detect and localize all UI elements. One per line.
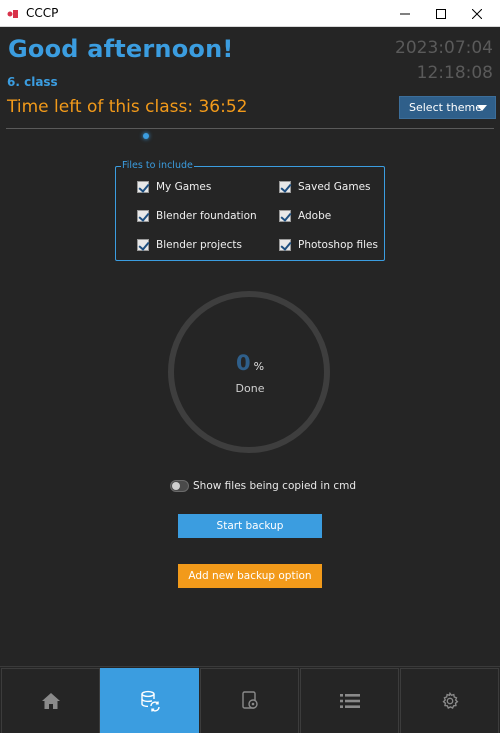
maximize-icon [436,8,446,19]
select-theme-dropdown[interactable]: Select theme [399,96,496,119]
checkbox-checked-icon [279,210,291,222]
checkbox-checked-icon [279,239,291,251]
nav-settings[interactable] [400,668,499,733]
add-backup-option-button[interactable]: Add new backup option [178,564,322,588]
checkbox-label: Saved Games [298,181,371,193]
close-icon [472,8,482,19]
checkbox-label: Adobe [298,210,332,222]
checkbox-blender-projects[interactable]: Blender projects [137,237,242,253]
header-divider [6,128,494,129]
chevron-down-icon [477,105,487,111]
checkbox-checked-icon [137,239,149,251]
close-button[interactable] [454,0,500,27]
checkbox-saved-games[interactable]: Saved Games [279,179,371,195]
nav-list[interactable] [300,668,399,733]
date-display: 2023:07:04 [395,38,493,58]
nav-backup[interactable] [100,668,199,733]
files-to-include-group: Files to include My Games Saved Games Bl… [115,160,385,261]
backup-device-icon [241,691,258,709]
greeting-heading: Good afternoon! [8,35,234,63]
progress-unit: % [253,360,265,373]
minimize-icon [400,13,410,14]
checkbox-adobe[interactable]: Adobe [279,208,331,224]
window-title: CCCP [26,6,59,20]
settings-icon [441,692,458,709]
checkbox-checked-icon [279,181,291,193]
nav-home[interactable] [1,668,100,733]
checkbox-label: Blender projects [156,239,242,251]
class-name: 6. class [7,75,58,89]
progress-percent: 0% [0,351,500,375]
show-cmd-label: Show files being copied in cmd [193,480,356,492]
progress-value: 0 [235,351,251,375]
app-logo-icon [7,10,18,18]
nav-restore[interactable] [200,668,299,733]
clock-display: 12:18:08 [416,63,493,83]
time-left-label: Time left of this class: 36:52 [7,97,248,117]
select-theme-label: Select theme [409,101,482,114]
database-sync-icon [140,690,160,712]
start-backup-button[interactable]: Start backup [178,514,322,538]
checkbox-checked-icon [137,181,149,193]
checkbox-my-games[interactable]: My Games [137,179,211,195]
home-icon [41,693,60,709]
progress-label: Done [235,382,265,395]
show-cmd-toggle[interactable] [170,480,189,492]
bottom-navigation [0,666,500,733]
checkbox-label: Blender foundation [156,210,257,222]
checkbox-photoshop-files[interactable]: Photoshop files [279,237,378,253]
toggle-knob [172,482,180,490]
checkbox-blender-foundation[interactable]: Blender foundation [137,208,257,224]
title-bar: CCCP [0,0,500,27]
busy-indicator-dot [143,133,149,139]
checkbox-label: Photoshop files [298,239,378,251]
checkbox-label: My Games [156,181,212,193]
list-icon [339,694,360,708]
files-group-legend: Files to include [121,160,194,171]
checkbox-checked-icon [137,210,149,222]
